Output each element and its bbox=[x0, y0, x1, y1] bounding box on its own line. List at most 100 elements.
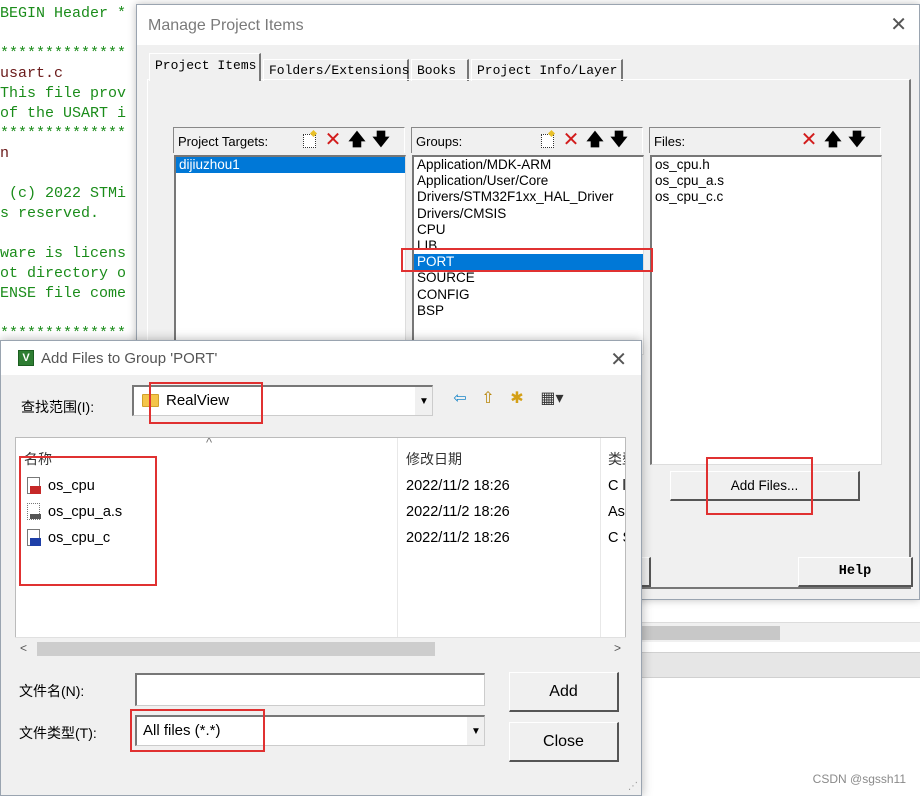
filetype-dropdown[interactable]: All files (*.*) ▼ bbox=[135, 715, 485, 746]
c-header-file-icon bbox=[26, 477, 42, 495]
move-down-icon[interactable]: 🡇 bbox=[846, 130, 868, 150]
filetype-value: All files (*.*) bbox=[143, 722, 221, 739]
list-item[interactable]: os_cpu_c.c bbox=[652, 189, 881, 205]
sort-arrow-icon: ^ bbox=[206, 437, 213, 450]
list-item[interactable]: CONFIG bbox=[414, 287, 643, 303]
new-item-icon[interactable] bbox=[536, 130, 558, 150]
list-item[interactable]: Drivers/CMSIS bbox=[414, 206, 643, 222]
list-item[interactable]: os_cpu.h bbox=[652, 157, 881, 173]
add-files-button[interactable]: Add Files... bbox=[670, 471, 860, 501]
list-item[interactable]: Application/User/Core bbox=[414, 173, 643, 189]
file-row[interactable]: os_cpu_a.s 2022/11/2 18:26 As bbox=[16, 499, 625, 525]
dialog-title: Add Files to Group 'PORT' bbox=[41, 350, 218, 367]
dialog-title: Manage Project Items bbox=[148, 17, 304, 34]
look-in-label: 查找范围(I): bbox=[21, 399, 95, 415]
list-item[interactable]: dijiuzhou1 bbox=[176, 157, 405, 174]
close-button[interactable]: Close bbox=[509, 722, 619, 762]
look-in-dropdown[interactable]: RealView ▼ bbox=[132, 385, 433, 416]
file-type: As bbox=[608, 504, 625, 520]
asm-file-icon bbox=[26, 503, 42, 521]
folder-icon bbox=[142, 394, 159, 407]
help-button[interactable]: Help bbox=[798, 557, 913, 587]
code-line: This file prov bbox=[0, 85, 127, 102]
filename-label: 文件名(N): bbox=[19, 683, 85, 699]
new-item-icon[interactable] bbox=[298, 130, 320, 150]
file-list-horizontal-scrollbar[interactable]: < > bbox=[15, 637, 626, 659]
column-type[interactable]: 类型 bbox=[608, 449, 625, 469]
code-line: usart.c bbox=[0, 65, 64, 82]
up-folder-icon[interactable]: ⇧ bbox=[477, 389, 499, 409]
delete-icon[interactable]: ✕ bbox=[322, 130, 344, 150]
list-item[interactable]: SOURCE bbox=[414, 270, 643, 286]
scroll-left-icon[interactable]: < bbox=[20, 641, 27, 655]
tab-project-items[interactable]: Project Items bbox=[149, 53, 261, 81]
list-item[interactable]: Application/MDK-ARM bbox=[414, 157, 643, 173]
files-list[interactable]: os_cpu.h os_cpu_a.s os_cpu_c.c bbox=[650, 155, 882, 465]
file-row[interactable]: os_cpu_c 2022/11/2 18:26 C S bbox=[16, 525, 625, 551]
file-type: C S bbox=[608, 530, 625, 546]
dialog-titlebar[interactable]: V Add Files to Group 'PORT' ✕ bbox=[1, 341, 641, 375]
filename-input[interactable] bbox=[135, 673, 485, 706]
file-name: os_cpu_c bbox=[48, 530, 111, 546]
close-icon[interactable]: ✕ bbox=[610, 347, 627, 372]
column-date[interactable]: 修改日期 bbox=[406, 449, 462, 469]
delete-icon[interactable]: ✕ bbox=[560, 130, 582, 150]
column-name[interactable]: 名称 bbox=[24, 449, 52, 469]
code-line: s reserved. bbox=[0, 205, 100, 222]
groups-label: Groups: bbox=[416, 134, 463, 149]
targets-list[interactable]: dijiuzhou1 bbox=[174, 155, 406, 355]
code-line: ************** bbox=[0, 45, 127, 62]
move-up-icon[interactable]: 🡅 bbox=[822, 130, 844, 150]
file-date: 2022/11/2 18:26 bbox=[406, 504, 510, 520]
tab-folders-extensions[interactable]: Folders/Extensions bbox=[263, 59, 409, 81]
close-icon[interactable]: ✕ bbox=[890, 15, 907, 35]
keil-app-icon: V bbox=[18, 350, 34, 366]
list-item[interactable]: CPU bbox=[414, 222, 643, 238]
move-down-icon[interactable]: 🡇 bbox=[608, 130, 630, 150]
new-folder-icon[interactable]: ✱ bbox=[506, 389, 528, 409]
c-source-file-icon bbox=[26, 529, 42, 547]
move-up-icon[interactable]: 🡅 bbox=[346, 130, 368, 150]
back-icon[interactable]: ⇦ bbox=[449, 389, 471, 409]
move-down-icon[interactable]: 🡇 bbox=[370, 130, 392, 150]
groups-header: Groups: ✕ 🡅 🡇 bbox=[411, 127, 643, 153]
dialog-titlebar[interactable]: Manage Project Items ✕ bbox=[137, 5, 919, 45]
file-name: os_cpu bbox=[48, 478, 95, 494]
files-label: Files: bbox=[654, 134, 686, 149]
filetype-label: 文件类型(T): bbox=[19, 725, 97, 741]
list-item[interactable]: LIB bbox=[414, 238, 643, 254]
targets-label: Project Targets: bbox=[178, 134, 269, 149]
targets-header: Project Targets: ✕ 🡅 🡇 bbox=[173, 127, 405, 153]
add-files-dialog: V Add Files to Group 'PORT' ✕ 查找范围(I): R… bbox=[0, 340, 642, 796]
list-item[interactable]: PORT bbox=[414, 254, 643, 271]
view-menu-icon[interactable]: ▦▾ bbox=[535, 389, 569, 409]
code-line: ot directory o bbox=[0, 265, 127, 282]
move-up-icon[interactable]: 🡅 bbox=[584, 130, 606, 150]
delete-icon[interactable]: ✕ bbox=[798, 130, 820, 150]
file-type: C l bbox=[608, 478, 626, 494]
list-item[interactable]: os_cpu_a.s bbox=[652, 173, 881, 189]
files-header: Files: ✕ 🡅 🡇 bbox=[649, 127, 881, 153]
code-line: ************** bbox=[0, 125, 127, 142]
code-line: n bbox=[0, 145, 10, 162]
file-list-header: 名称 ^ 修改日期 类型 bbox=[16, 437, 625, 658]
file-row[interactable]: os_cpu 2022/11/2 18:26 C l bbox=[16, 473, 625, 499]
scroll-right-icon[interactable]: > bbox=[614, 641, 621, 655]
look-in-value: RealView bbox=[166, 392, 230, 409]
tab-project-info-layer[interactable]: Project Info/Layer bbox=[471, 59, 623, 81]
watermark: CSDN @sgssh11 bbox=[812, 772, 906, 786]
add-button[interactable]: Add bbox=[509, 672, 619, 712]
file-list[interactable]: 名称 ^ 修改日期 类型 os_cpu 2022/11/2 18:26 C l … bbox=[15, 437, 626, 659]
resize-grip-icon[interactable]: ⋰ bbox=[628, 781, 638, 792]
tab-books[interactable]: Books bbox=[411, 59, 469, 81]
chevron-down-icon[interactable]: ▼ bbox=[414, 387, 432, 415]
list-item[interactable]: Drivers/STM32F1xx_HAL_Driver bbox=[414, 189, 643, 205]
groups-list[interactable]: Application/MDK-ARM Application/User/Cor… bbox=[412, 155, 644, 355]
list-item[interactable]: BSP bbox=[414, 303, 643, 319]
code-line: BEGIN Header * bbox=[0, 5, 127, 22]
code-line: (c) 2022 STMi bbox=[0, 185, 127, 202]
scrollbar-thumb[interactable] bbox=[37, 642, 435, 656]
code-line: ENSE file come bbox=[0, 285, 127, 302]
chevron-down-icon[interactable]: ▼ bbox=[466, 717, 484, 745]
code-line: of the USART i bbox=[0, 105, 127, 122]
